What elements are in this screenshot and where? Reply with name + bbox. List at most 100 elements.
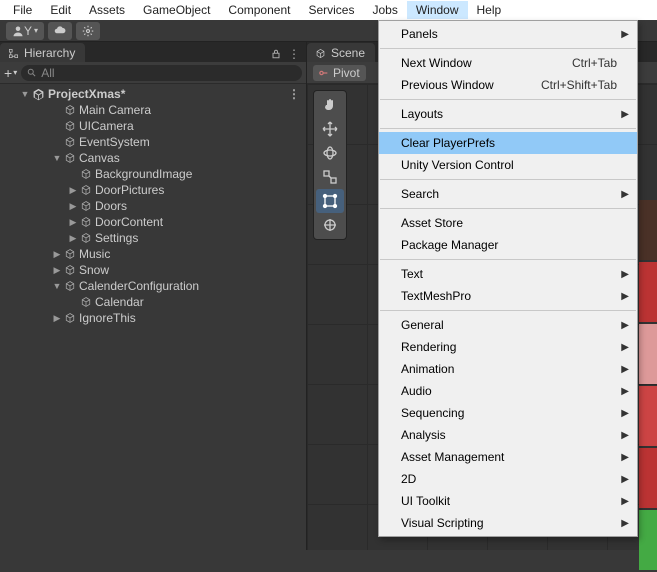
menu-item-general[interactable]: General▶	[379, 314, 637, 336]
menu-item-label: Package Manager	[401, 238, 498, 252]
hierarchy-item[interactable]: ▶IgnoreThis	[0, 310, 306, 326]
menu-item-analysis[interactable]: Analysis▶	[379, 424, 637, 446]
menu-item-search[interactable]: Search▶	[379, 183, 637, 205]
hierarchy-item[interactable]: Calendar	[0, 294, 306, 310]
transform-tool[interactable]	[316, 213, 344, 237]
hierarchy-item[interactable]: ▶DoorContent	[0, 214, 306, 230]
thumb	[639, 324, 657, 384]
menu-jobs[interactable]: Jobs	[363, 1, 406, 19]
scene-tool-column	[313, 90, 347, 240]
menu-separator	[380, 99, 636, 100]
menu-item-shortcut: Ctrl+Tab	[572, 56, 617, 70]
submenu-arrow-icon: ▶	[621, 342, 629, 353]
hierarchy-tab-row: Hierarchy ⋮	[0, 42, 306, 62]
settings-button[interactable]	[76, 22, 100, 40]
menu-item-label: Panels	[401, 27, 438, 41]
hierarchy-item[interactable]: ▶Settings	[0, 230, 306, 246]
pivot-toggle[interactable]: Pivot	[313, 65, 366, 81]
menu-item-label: UI Toolkit	[401, 494, 450, 508]
gameobject-icon	[64, 280, 76, 292]
hierarchy-item[interactable]: ▶Snow	[0, 262, 306, 278]
menu-edit[interactable]: Edit	[41, 1, 80, 19]
menu-item-clear-playerprefs[interactable]: Clear PlayerPrefs	[379, 132, 637, 154]
hierarchy-item[interactable]: ▶DoorPictures	[0, 182, 306, 198]
hierarchy-item-label: IgnoreThis	[79, 311, 136, 325]
menu-item-text[interactable]: Text▶	[379, 263, 637, 285]
thumb	[639, 386, 657, 446]
gameobject-icon	[80, 232, 92, 244]
menu-item-package-manager[interactable]: Package Manager	[379, 234, 637, 256]
cloud-button[interactable]	[48, 22, 72, 40]
hierarchy-item[interactable]: UICamera	[0, 118, 306, 134]
gameobject-icon	[64, 312, 76, 324]
menu-item-label: Text	[401, 267, 423, 281]
menu-item-2d[interactable]: 2D▶	[379, 468, 637, 490]
menu-file[interactable]: File	[4, 1, 41, 19]
hierarchy-tab[interactable]: Hierarchy	[0, 43, 85, 62]
menu-gameobject[interactable]: GameObject	[134, 1, 219, 19]
scene-menu-icon[interactable]: ⋮	[288, 87, 302, 101]
menu-item-asset-store[interactable]: Asset Store	[379, 212, 637, 234]
hierarchy-search[interactable]: All	[21, 65, 302, 81]
scale-tool[interactable]	[316, 165, 344, 189]
menu-item-next-window[interactable]: Next WindowCtrl+Tab	[379, 52, 637, 74]
menu-item-panels[interactable]: Panels▶	[379, 23, 637, 45]
menu-item-sequencing[interactable]: Sequencing▶	[379, 402, 637, 424]
hierarchy-item[interactable]: ▼CalenderConfiguration	[0, 278, 306, 294]
gameobject-icon	[80, 184, 92, 196]
menu-assets[interactable]: Assets	[80, 1, 134, 19]
menu-item-asset-management[interactable]: Asset Management▶	[379, 446, 637, 468]
menu-item-label: General	[401, 318, 444, 332]
menu-component[interactable]: Component	[219, 1, 299, 19]
hierarchy-item[interactable]: ▶Music	[0, 246, 306, 262]
hierarchy-item[interactable]: ▶Doors	[0, 198, 306, 214]
menu-item-previous-window[interactable]: Previous WindowCtrl+Shift+Tab	[379, 74, 637, 96]
scene-root[interactable]: ▼ProjectXmas*⋮	[0, 86, 306, 102]
rotate-tool[interactable]	[316, 141, 344, 165]
hierarchy-lock-icon[interactable]	[268, 46, 284, 62]
hierarchy-item[interactable]: EventSystem	[0, 134, 306, 150]
hierarchy-item[interactable]: Main Camera	[0, 102, 306, 118]
submenu-arrow-icon: ▶	[621, 452, 629, 463]
rect-tool[interactable]	[316, 189, 344, 213]
menu-item-animation[interactable]: Animation▶	[379, 358, 637, 380]
hierarchy-add-button[interactable]: +▾	[4, 68, 17, 78]
submenu-arrow-icon: ▶	[621, 430, 629, 441]
menu-item-ui-toolkit[interactable]: UI Toolkit▶	[379, 490, 637, 512]
account-button[interactable]: Y ▾	[6, 22, 44, 40]
submenu-arrow-icon: ▶	[621, 518, 629, 529]
menu-item-label: TextMeshPro	[401, 289, 471, 303]
hierarchy-panel: Hierarchy ⋮ +▾ All ▼ProjectXmas*⋮Main Ca…	[0, 42, 307, 550]
hierarchy-item[interactable]: ▼Canvas	[0, 150, 306, 166]
submenu-arrow-icon: ▶	[621, 408, 629, 419]
menu-item-layouts[interactable]: Layouts▶	[379, 103, 637, 125]
menu-help[interactable]: Help	[468, 1, 511, 19]
menu-item-audio[interactable]: Audio▶	[379, 380, 637, 402]
scene-tab[interactable]: Scene	[307, 43, 375, 62]
menu-item-rendering[interactable]: Rendering▶	[379, 336, 637, 358]
menu-item-unity-version-control[interactable]: Unity Version Control	[379, 154, 637, 176]
gameobject-icon	[80, 216, 92, 228]
menu-window[interactable]: Window	[407, 1, 468, 19]
menu-item-label: Layouts	[401, 107, 443, 121]
hierarchy-menu-icon[interactable]: ⋮	[286, 46, 302, 62]
hand-tool[interactable]	[316, 93, 344, 117]
menu-item-label: Search	[401, 187, 439, 201]
menu-services[interactable]: Services	[299, 1, 363, 19]
submenu-arrow-icon: ▶	[621, 474, 629, 485]
thumb	[639, 200, 657, 260]
thumb	[639, 262, 657, 322]
submenu-arrow-icon: ▶	[621, 386, 629, 397]
menu-separator	[380, 208, 636, 209]
gameobject-icon	[64, 248, 76, 260]
menubar: FileEditAssetsGameObjectComponentService…	[0, 0, 657, 20]
menu-item-textmeshpro[interactable]: TextMeshPro▶	[379, 285, 637, 307]
hierarchy-item[interactable]: BackgroundImage	[0, 166, 306, 182]
submenu-arrow-icon: ▶	[621, 364, 629, 375]
menu-item-label: Unity Version Control	[401, 158, 514, 172]
hierarchy-search-placeholder: All	[41, 66, 54, 80]
move-tool[interactable]	[316, 117, 344, 141]
menu-item-visual-scripting[interactable]: Visual Scripting▶	[379, 512, 637, 534]
hierarchy-item-label: UICamera	[79, 119, 134, 133]
gameobject-icon	[64, 120, 76, 132]
